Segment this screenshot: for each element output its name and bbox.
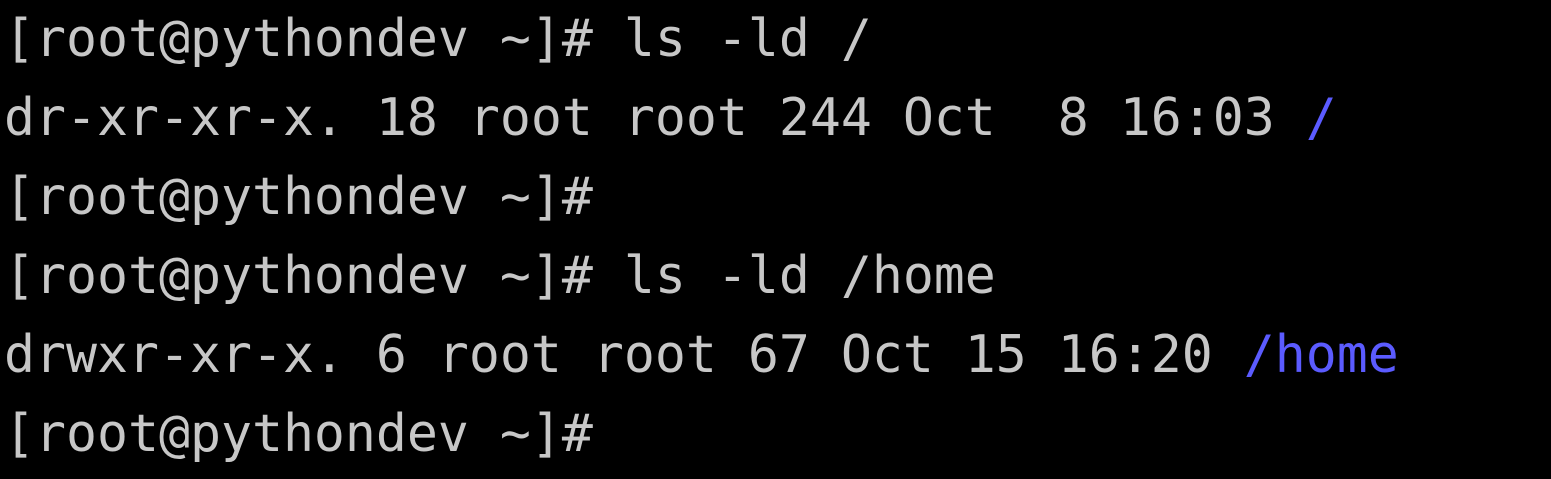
- command-text: ls -ld /home: [592, 246, 996, 306]
- terminal-line-prompt: [root@pythondev ~]#: [4, 158, 1536, 237]
- terminal-line-prompt[interactable]: [root@pythondev ~]#: [4, 395, 1536, 474]
- directory-name: /: [1305, 88, 1337, 148]
- listing-text: drwxr-xr-x. 6 root root 67 Oct 15 16:20: [4, 325, 1244, 385]
- shell-prompt: [root@pythondev ~]#: [4, 167, 593, 227]
- command-text: ls -ld /: [592, 9, 872, 69]
- directory-name: /home: [1243, 325, 1399, 385]
- terminal-line-prompt: [root@pythondev ~]# ls -ld /: [4, 0, 1536, 79]
- terminal-line-output: dr-xr-xr-x. 18 root root 244 Oct 8 16:03…: [4, 79, 1536, 158]
- shell-prompt: [root@pythondev ~]#: [4, 9, 593, 69]
- shell-prompt: [root@pythondev ~]#: [4, 246, 593, 306]
- terminal-window[interactable]: [root@pythondev ~]# ls -ld / dr-xr-xr-x.…: [0, 0, 1551, 479]
- listing-text: dr-xr-xr-x. 18 root root 244 Oct 8 16:03: [4, 88, 1306, 148]
- terminal-line-prompt: [root@pythondev ~]# ls -ld /home: [4, 237, 1536, 316]
- terminal-line-output: drwxr-xr-x. 6 root root 67 Oct 15 16:20 …: [4, 316, 1536, 395]
- shell-prompt: [root@pythondev ~]#: [4, 404, 593, 464]
